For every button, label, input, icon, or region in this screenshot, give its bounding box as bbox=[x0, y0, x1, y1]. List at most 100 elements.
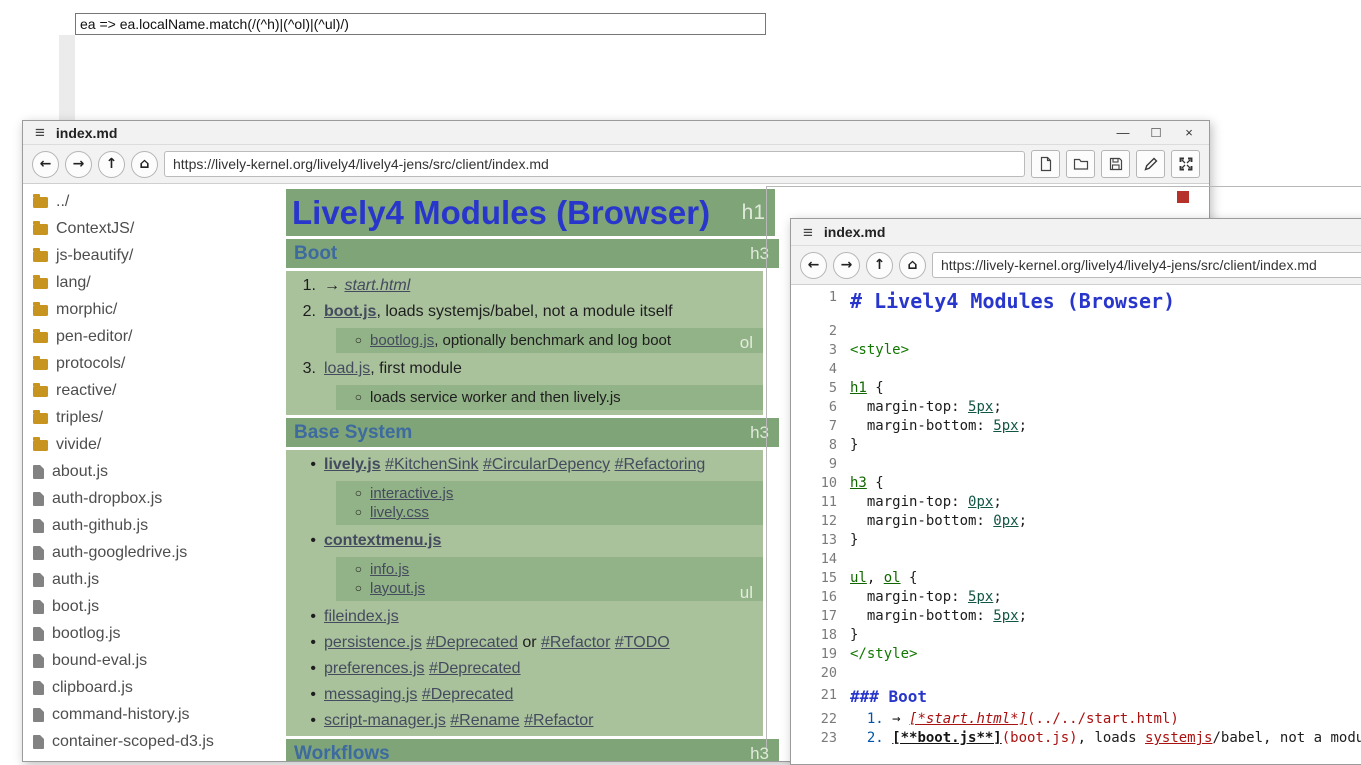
md-link[interactable]: persistence.js bbox=[324, 634, 422, 651]
sidebar-item[interactable]: about.js bbox=[23, 458, 283, 485]
back-button[interactable]: ← bbox=[32, 151, 59, 178]
md-link[interactable]: #Refactoring bbox=[615, 456, 706, 473]
editor-line[interactable]: 7 margin-bottom: 5px; bbox=[791, 417, 1361, 436]
browser-window-source: ≡ index.md ← → ↑ ⌂ 1# Lively4 Modules (B… bbox=[790, 218, 1361, 765]
editor-line[interactable]: 11 margin-top: 0px; bbox=[791, 493, 1361, 512]
menu-icon[interactable]: ≡ bbox=[803, 224, 813, 241]
open-folder-button[interactable] bbox=[1066, 150, 1095, 178]
editor-line[interactable]: 2 bbox=[791, 322, 1361, 341]
editor-line[interactable]: 23 2. [**boot.js**](boot.js), loads syst… bbox=[791, 729, 1361, 748]
editor-line[interactable]: 15ul, ol { bbox=[791, 569, 1361, 588]
window1-url-input[interactable] bbox=[164, 151, 1025, 177]
md-link[interactable]: #Refactor bbox=[541, 634, 610, 651]
token-number: 5px bbox=[993, 418, 1018, 434]
md-link[interactable]: lively.js bbox=[324, 456, 381, 473]
sidebar-item[interactable]: vivide/ bbox=[23, 431, 283, 458]
md-link[interactable]: start.html bbox=[344, 277, 410, 294]
sidebar-item[interactable]: bound-eval.js bbox=[23, 647, 283, 674]
sidebar-item[interactable]: clipboard.js bbox=[23, 674, 283, 701]
window2-titlebar[interactable]: ≡ index.md bbox=[791, 219, 1361, 246]
up-button[interactable]: ↑ bbox=[866, 252, 893, 279]
file-icon bbox=[33, 519, 44, 533]
sidebar-item[interactable]: reactive/ bbox=[23, 377, 283, 404]
editor-line[interactable]: 18} bbox=[791, 626, 1361, 645]
home-button[interactable]: ⌂ bbox=[899, 252, 926, 279]
editor-line[interactable]: 6 margin-top: 5px; bbox=[791, 398, 1361, 417]
md-link[interactable]: #KitchenSink bbox=[385, 456, 478, 473]
sidebar-item[interactable]: bootlog.js bbox=[23, 620, 283, 647]
line-number: 19 bbox=[791, 645, 850, 664]
sidebar-item[interactable]: triples/ bbox=[23, 404, 283, 431]
back-button[interactable]: ← bbox=[800, 252, 827, 279]
md-link[interactable]: #TODO bbox=[615, 634, 670, 651]
menu-icon[interactable]: ≡ bbox=[35, 124, 45, 141]
editor-line[interactable]: 4 bbox=[791, 360, 1361, 379]
md-link[interactable]: preferences.js bbox=[324, 660, 425, 677]
sidebar-item[interactable]: morphic/ bbox=[23, 296, 283, 323]
editor-line[interactable]: 19</style> bbox=[791, 645, 1361, 664]
editor-line[interactable]: 22 1. → [*start.html*](../../start.html) bbox=[791, 710, 1361, 729]
sidebar-item[interactable]: auth-googledrive.js bbox=[23, 539, 283, 566]
new-file-button[interactable] bbox=[1031, 150, 1060, 178]
close-button[interactable]: × bbox=[1181, 126, 1197, 139]
sidebar-item[interactable]: pen-editor/ bbox=[23, 323, 283, 350]
editor-line[interactable]: 21### Boot bbox=[791, 683, 1361, 710]
sidebar-item[interactable]: js-beautify/ bbox=[23, 242, 283, 269]
md-link[interactable]: messaging.js bbox=[324, 686, 417, 703]
window2-url-input[interactable] bbox=[932, 252, 1361, 278]
edit-button[interactable] bbox=[1136, 150, 1165, 178]
md-link[interactable]: bootlog.js bbox=[370, 332, 434, 349]
md-link[interactable]: boot.js bbox=[324, 303, 376, 320]
editor-line[interactable]: 12 margin-bottom: 0px; bbox=[791, 512, 1361, 531]
forward-button[interactable]: → bbox=[65, 151, 92, 178]
sidebar-item-label: bound-eval.js bbox=[52, 652, 147, 670]
folder-icon bbox=[33, 386, 48, 397]
home-button[interactable]: ⌂ bbox=[131, 151, 158, 178]
maximize-button[interactable]: □ bbox=[1148, 125, 1164, 140]
editor-line[interactable]: 20 bbox=[791, 664, 1361, 683]
editor-line[interactable]: 13} bbox=[791, 531, 1361, 550]
editor-line[interactable]: 8} bbox=[791, 436, 1361, 455]
save-button[interactable] bbox=[1101, 150, 1130, 178]
sidebar-item[interactable]: lang/ bbox=[23, 269, 283, 296]
sidebar-item[interactable]: ContextJS/ bbox=[23, 215, 283, 242]
sidebar-item[interactable]: container-scoped-d3.js bbox=[23, 728, 283, 755]
md-link[interactable]: info.js bbox=[370, 561, 409, 578]
sidebar-item-label: ContextJS/ bbox=[56, 220, 134, 238]
md-link[interactable]: layout.js bbox=[370, 580, 425, 597]
editor-line[interactable]: 16 margin-top: 5px; bbox=[791, 588, 1361, 607]
md-link[interactable]: fileindex.js bbox=[324, 608, 399, 625]
md-link[interactable]: interactive.js bbox=[370, 485, 453, 502]
md-link[interactable]: #Refactor bbox=[524, 712, 593, 729]
editor-line[interactable]: 1# Lively4 Modules (Browser) bbox=[791, 286, 1361, 322]
sidebar-item[interactable]: auth-github.js bbox=[23, 512, 283, 539]
sidebar-item[interactable]: command-history.js bbox=[23, 701, 283, 728]
md-link[interactable]: #CircularDepency bbox=[483, 456, 610, 473]
sidebar-item[interactable]: ../ bbox=[23, 188, 283, 215]
up-button[interactable]: ↑ bbox=[98, 151, 125, 178]
editor-line[interactable]: 17 margin-bottom: 5px; bbox=[791, 607, 1361, 626]
md-link[interactable]: script-manager.js bbox=[324, 712, 446, 729]
editor-line[interactable]: 14 bbox=[791, 550, 1361, 569]
md-link[interactable]: #Deprecated bbox=[422, 686, 514, 703]
md-link[interactable]: load.js bbox=[324, 360, 370, 377]
editor-line[interactable]: 5h1 { bbox=[791, 379, 1361, 398]
md-link[interactable]: contextmenu.js bbox=[324, 532, 441, 549]
md-link[interactable]: #Rename bbox=[450, 712, 519, 729]
sidebar-item[interactable]: protocols/ bbox=[23, 350, 283, 377]
window1-titlebar[interactable]: ≡ index.md — □ × bbox=[23, 121, 1209, 145]
element-filter-input[interactable] bbox=[75, 13, 766, 35]
code-editor[interactable]: 1# Lively4 Modules (Browser)23<style>45h… bbox=[791, 283, 1361, 764]
forward-button[interactable]: → bbox=[833, 252, 860, 279]
editor-line[interactable]: 3<style> bbox=[791, 341, 1361, 360]
md-link[interactable]: lively.css bbox=[370, 504, 429, 521]
minimize-button[interactable]: — bbox=[1115, 126, 1131, 139]
md-link[interactable]: #Deprecated bbox=[426, 634, 518, 651]
sidebar-item[interactable]: auth-dropbox.js bbox=[23, 485, 283, 512]
fullscreen-button[interactable] bbox=[1171, 150, 1200, 178]
editor-line[interactable]: 9 bbox=[791, 455, 1361, 474]
sidebar-item[interactable]: auth.js bbox=[23, 566, 283, 593]
md-link[interactable]: #Deprecated bbox=[429, 660, 521, 677]
editor-line[interactable]: 10h3 { bbox=[791, 474, 1361, 493]
sidebar-item[interactable]: boot.js bbox=[23, 593, 283, 620]
